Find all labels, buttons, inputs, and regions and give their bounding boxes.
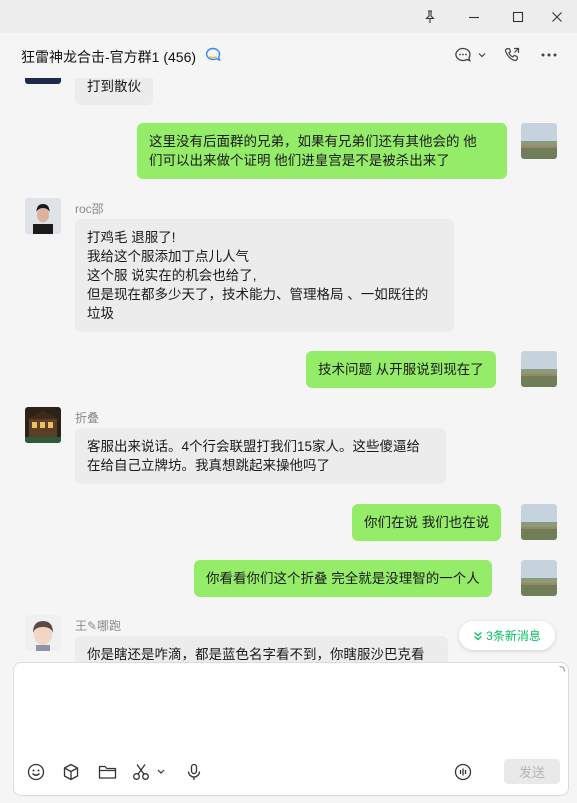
emoji-icon[interactable] <box>25 761 47 783</box>
group-badge-icon <box>204 47 222 63</box>
resize-corner-icon <box>559 666 565 672</box>
folder-icon[interactable] <box>96 761 118 783</box>
avatar[interactable] <box>25 198 61 234</box>
pin-icon[interactable] <box>408 0 452 33</box>
close-icon[interactable] <box>537 0 577 33</box>
message-input[interactable] <box>24 671 560 751</box>
sender-name: 折叠 <box>75 411 100 425</box>
avatar[interactable] <box>521 504 557 540</box>
avatar[interactable] <box>521 351 557 387</box>
message-list[interactable]: 打到散伙 这里没有后面群的兄弟，如果有兄弟们还有其他会的 他 们可以出来做个证明… <box>0 78 577 662</box>
avatar[interactable] <box>521 560 557 596</box>
double-chevron-down-icon <box>473 631 483 641</box>
chat-bubble-dropdown-icon[interactable] <box>454 44 488 66</box>
message-bubble[interactable]: 客服出来说话。4个行会联盟打我们15家人。这些傻逼给 在给自己立牌坊。我真想跳起… <box>75 428 446 484</box>
more-icon[interactable] <box>540 44 558 66</box>
avatar[interactable] <box>521 123 557 159</box>
microphone-icon[interactable] <box>183 761 205 783</box>
call-icon[interactable] <box>503 44 521 66</box>
new-messages-button[interactable]: 3条新消息 <box>459 621 555 650</box>
message-bubble[interactable]: 打鸡毛 退服了! 我给这个服添加丁点儿人气 这个服 说实在的机会也给了, 但是现… <box>75 219 454 332</box>
voice-wave-icon[interactable] <box>452 761 474 783</box>
avatar[interactable] <box>25 407 61 443</box>
message-bubble[interactable]: 你是瞎还是咋滴，都是蓝色名字看不到，你瞎服沙巴克看 <box>75 636 448 662</box>
message-bubble[interactable]: 技术问题 从开服说到现在了 <box>306 351 496 388</box>
box-icon[interactable] <box>60 761 82 783</box>
maximize-icon[interactable] <box>496 0 540 33</box>
chat-title[interactable]: 狂雷神龙合击-官方群1 (456) <box>21 47 196 67</box>
minimize-icon[interactable] <box>452 0 496 33</box>
sender-name: roc邵 <box>75 202 104 216</box>
window-titlebar <box>0 0 577 33</box>
message-bubble[interactable]: 这里没有后面群的兄弟，如果有兄弟们还有其他会的 他 们可以出来做个证明 他们进皇… <box>137 123 507 179</box>
message-bubble[interactable]: 你们在说 我们也在说 <box>352 504 502 541</box>
message-bubble[interactable]: 你看看你们这个折叠 完全就是没理智的一个人 <box>194 560 492 597</box>
send-button[interactable]: 发送 <box>504 759 560 784</box>
chat-header: 狂雷神龙合击-官方群1 (456) <box>0 33 577 78</box>
scissors-icon[interactable] <box>132 761 170 783</box>
avatar[interactable] <box>25 78 61 84</box>
message-composer: 发送 <box>13 662 569 796</box>
message-bubble[interactable]: 打到散伙 <box>75 78 153 105</box>
avatar[interactable] <box>25 615 61 651</box>
new-messages-label: 3条新消息 <box>486 629 541 643</box>
sender-name: 王✎哪跑 <box>75 619 122 633</box>
